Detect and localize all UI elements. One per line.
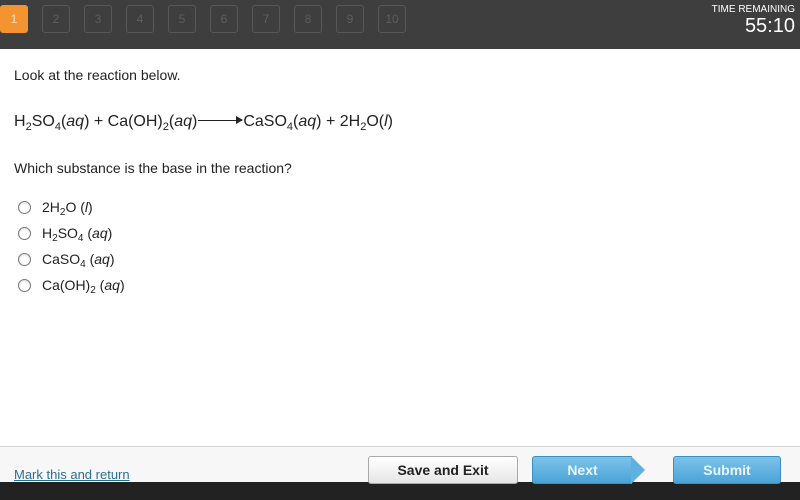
chemical-equation: H2SO4(aq) + Ca(OH)2(aq) CaSO4(aq) + 2H2O(… — [14, 113, 393, 133]
submit-button[interactable]: Submit — [673, 456, 781, 484]
save-and-exit-button[interactable]: Save and Exit — [368, 456, 518, 484]
option-label: 2H2O (l) — [42, 199, 93, 218]
radio-button[interactable] — [18, 252, 31, 266]
reaction-arrow-icon — [198, 116, 244, 125]
answer-option[interactable]: CaSO4 (aq) — [18, 246, 125, 272]
answer-option[interactable]: H2SO4 (aq) — [18, 220, 125, 246]
answer-options: 2H2O (l) H2SO4 (aq) CaSO4 (aq) Ca(OH)2 (… — [18, 194, 125, 298]
bottom-bar — [0, 482, 800, 500]
radio-button[interactable] — [18, 278, 31, 292]
timer-value: 55:10 — [744, 15, 795, 37]
question-button-8[interactable]: 8 — [294, 5, 322, 33]
question-button-1[interactable]: 1 — [0, 5, 28, 33]
reactant-1: H2SO4(aq) — [14, 113, 90, 133]
option-label: CaSO4 (aq) — [42, 251, 115, 270]
question-text: Which substance is the base in the react… — [14, 160, 292, 176]
radio-button[interactable] — [18, 226, 31, 240]
question-button-3[interactable]: 3 — [84, 5, 112, 33]
next-button[interactable]: Next — [532, 456, 632, 484]
question-button-9[interactable]: 9 — [336, 5, 364, 33]
plus-sign: + — [93, 113, 104, 130]
radio-button[interactable] — [18, 200, 31, 214]
question-button-2[interactable]: 2 — [42, 5, 70, 33]
question-button-4[interactable]: 4 — [126, 5, 154, 33]
reactant-2: Ca(OH)2(aq) — [107, 113, 198, 133]
plus-sign: + — [325, 113, 336, 130]
product-1: CaSO4(aq) — [243, 113, 322, 133]
answer-option[interactable]: Ca(OH)2 (aq) — [18, 272, 125, 298]
question-button-6[interactable]: 6 — [210, 5, 238, 33]
product-2: 2H2O(l) — [339, 113, 393, 133]
question-button-5[interactable]: 5 — [168, 5, 196, 33]
question-button-10[interactable]: 10 — [378, 5, 406, 33]
top-bar: 1 2 3 4 5 6 7 8 9 10 TIME REMAINING 55:1… — [0, 0, 800, 49]
prompt-intro: Look at the reaction below. — [14, 67, 181, 83]
timer: TIME REMAINING 55:10 — [712, 4, 795, 37]
next-arrow-icon[interactable] — [631, 456, 645, 484]
timer-label: TIME REMAINING — [711, 4, 795, 15]
question-navigator: 1 2 3 4 5 6 7 8 9 10 — [0, 5, 420, 33]
mark-and-return-link[interactable]: Mark this and return — [14, 467, 130, 482]
option-label: H2SO4 (aq) — [42, 225, 113, 244]
answer-option[interactable]: 2H2O (l) — [18, 194, 125, 220]
option-label: Ca(OH)2 (aq) — [42, 277, 125, 296]
question-button-7[interactable]: 7 — [252, 5, 280, 33]
